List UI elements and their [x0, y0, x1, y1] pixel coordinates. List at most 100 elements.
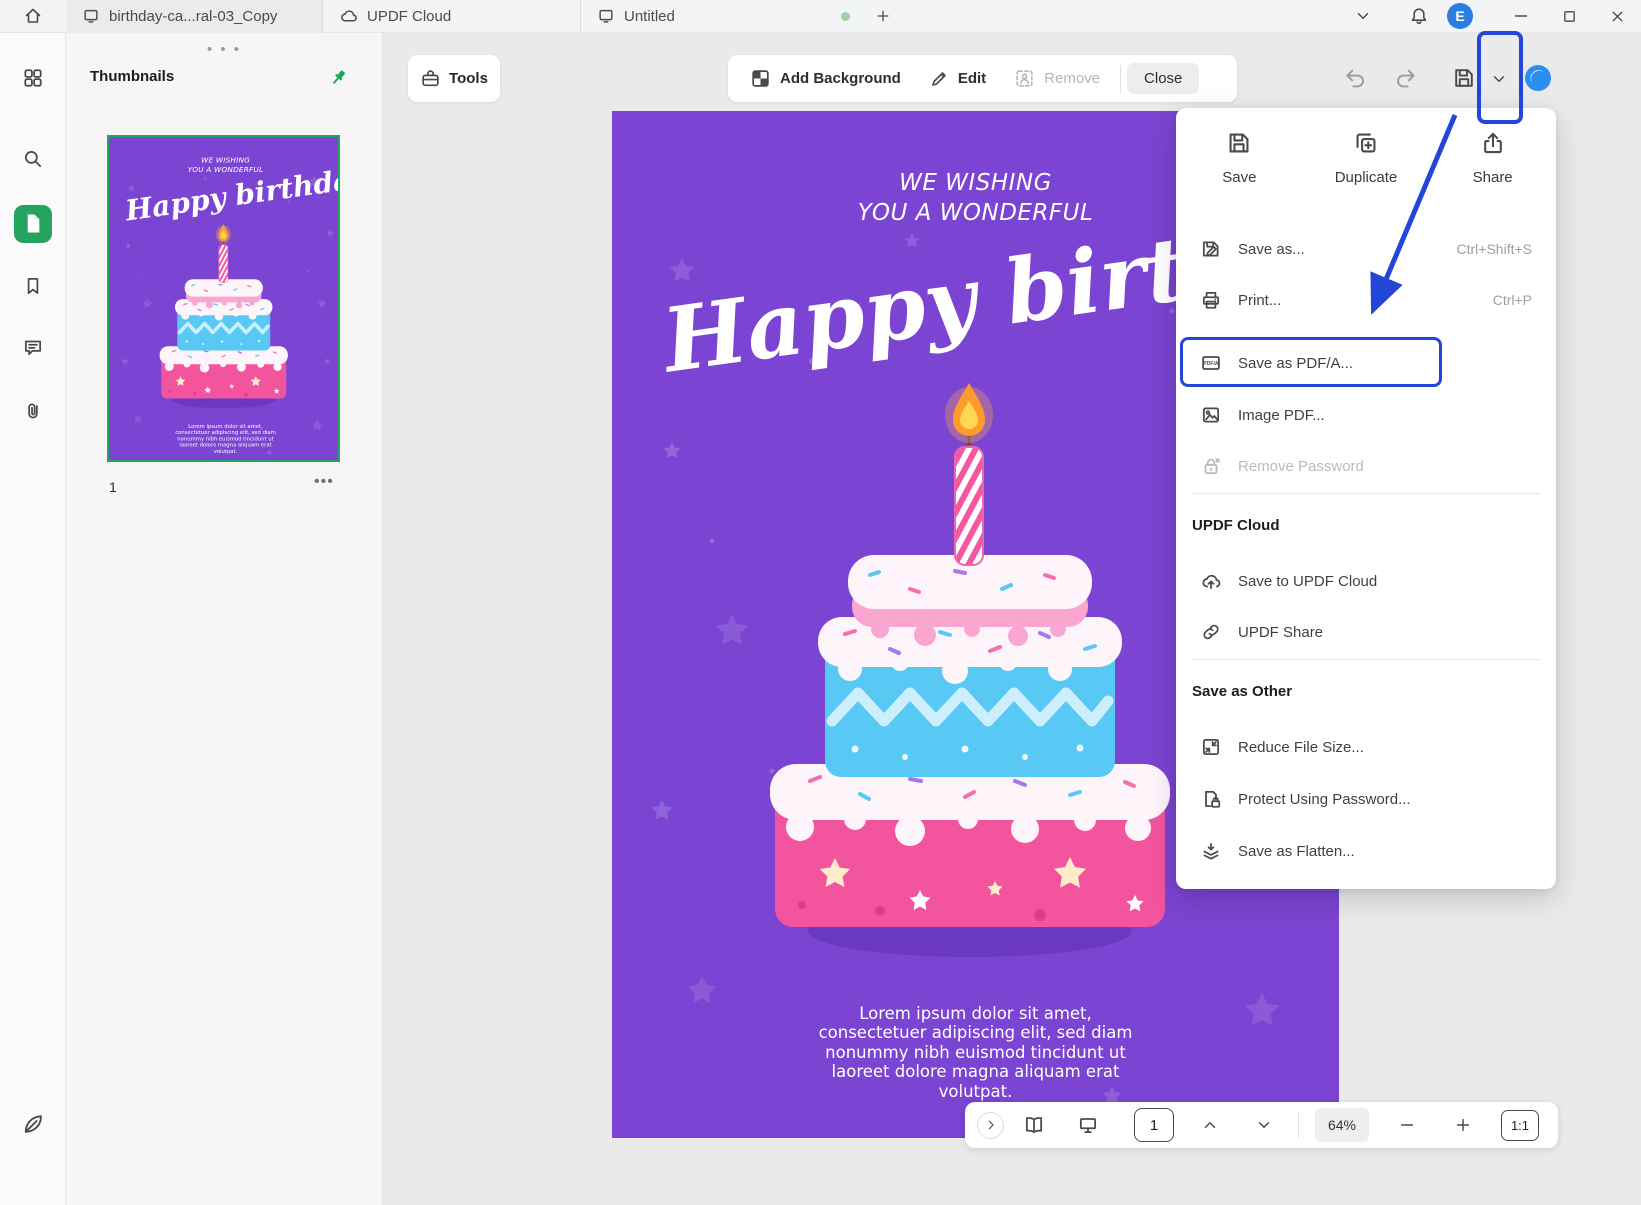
redo-icon	[1397, 69, 1415, 88]
page-number-input[interactable]: 1	[1134, 1108, 1174, 1142]
thumbnails-panel-title: Thumbnails	[90, 68, 175, 85]
edit-button[interactable]: Edit	[915, 55, 1000, 102]
tab-updf-cloud-label: UPDF Cloud	[367, 7, 452, 25]
reduce-size-icon	[1202, 738, 1220, 756]
actual-size-button[interactable]: 1:1	[1501, 1109, 1539, 1141]
presentation-mode-button[interactable]	[1076, 1113, 1100, 1137]
remove-button[interactable]: Remove	[1000, 55, 1114, 102]
card-body-text: Lorem ipsum dolor sit amet, consectetuer…	[175, 423, 276, 455]
plus-icon	[1456, 1118, 1470, 1132]
menu-section-updf-cloud: UPDF Cloud	[1192, 517, 1280, 534]
shortcut-save-as: Ctrl+Shift+S	[1456, 241, 1532, 257]
menu-item-remove-password[interactable]: Remove Password	[1188, 444, 1544, 488]
minimize-icon	[1514, 15, 1528, 17]
pin-panel-button[interactable]	[326, 64, 352, 90]
thumbnail-options-icon[interactable]: •••	[314, 473, 334, 491]
titlebar-chevron-button[interactable]	[1345, 0, 1381, 33]
tools-icon	[422, 70, 439, 87]
pen-nib-icon	[24, 1115, 42, 1133]
updf-ai-button[interactable]	[1524, 64, 1552, 92]
add-background-button[interactable]: Add Background	[736, 55, 915, 102]
menu-item-protect-using-password[interactable]: Protect Using Password...	[1188, 777, 1544, 821]
sidebar-item-attachments[interactable]	[17, 395, 49, 427]
user-avatar[interactable]: E	[1447, 3, 1473, 29]
menu-item-reduce-file-size[interactable]: Reduce File Size...	[1188, 725, 1544, 769]
reading-mode-button[interactable]	[1022, 1113, 1046, 1137]
maximize-icon	[1563, 10, 1575, 22]
home-icon	[25, 8, 41, 23]
paperclip-icon	[28, 403, 38, 419]
avatar-initial: E	[1455, 8, 1465, 24]
bookmark-icon	[27, 277, 39, 295]
minimize-button[interactable]	[1497, 0, 1545, 33]
pencil-icon	[932, 71, 946, 86]
view-statusbar: 1 64% 1:1	[965, 1102, 1558, 1148]
menu-action-save[interactable]: Save	[1187, 130, 1291, 186]
thumbnail-page-number: 1	[109, 479, 117, 495]
next-page-button[interactable]	[1252, 1113, 1276, 1137]
comment-icon	[24, 340, 42, 356]
menu-action-duplicate[interactable]: Duplicate	[1314, 130, 1418, 186]
edit-toolbar-group: Add Background Edit Remove Close	[728, 55, 1237, 102]
shortcut-print: Ctrl+P	[1492, 292, 1532, 308]
left-sidebar	[0, 33, 66, 1205]
sidebar-item-signature[interactable]	[17, 1108, 49, 1140]
tab-updf-cloud[interactable]: UPDF Cloud	[323, 0, 581, 33]
sidebar-item-bookmarks[interactable]	[17, 270, 49, 302]
checkerboard-icon	[752, 70, 769, 87]
menu-item-save-as-flatten[interactable]: Save as Flatten...	[1188, 829, 1544, 873]
close-label: Close	[1144, 70, 1183, 87]
flatten-icon	[1203, 842, 1219, 860]
edit-label: Edit	[957, 70, 987, 87]
redo-button[interactable]	[1395, 66, 1419, 90]
menu-action-share[interactable]: Share	[1441, 130, 1545, 186]
close-icon	[1612, 11, 1622, 21]
sidebar-item-thumbnails[interactable]	[13, 204, 53, 244]
tab-document[interactable]: birthday-ca...ral-03_Copy	[66, 0, 323, 33]
zoom-out-button[interactable]	[1395, 1113, 1419, 1137]
save-dropdown-button[interactable]	[1490, 70, 1508, 88]
menu-item-save-as[interactable]: Save as... Ctrl+Shift+S	[1188, 227, 1544, 271]
save-icon	[1229, 133, 1249, 153]
sidebar-item-apps[interactable]	[17, 62, 49, 94]
panel-drag-handle[interactable]: • • •	[66, 41, 382, 58]
page-thumbnail[interactable]: WE WISHING YOU A WONDERFUL Happy birthda…	[107, 135, 340, 462]
tools-button[interactable]: Tools	[408, 55, 500, 102]
close-edit-button[interactable]: Close	[1127, 63, 1200, 94]
svg-text:PDF/A: PDF/A	[1203, 361, 1218, 367]
close-window-button[interactable]	[1593, 0, 1641, 33]
zoom-level-button[interactable]: 64%	[1315, 1108, 1369, 1142]
titlebar: birthday-ca...ral-03_Copy UPDF Cloud Unt…	[0, 0, 1641, 33]
tools-label: Tools	[449, 70, 488, 87]
undo-button[interactable]	[1342, 66, 1366, 90]
menu-item-print[interactable]: Print... Ctrl+P	[1188, 278, 1544, 322]
menu-item-image-pdf[interactable]: Image PDF...	[1188, 393, 1544, 437]
maximize-button[interactable]	[1545, 0, 1593, 33]
printer-icon	[1202, 291, 1220, 309]
updf-logo-icon	[1525, 65, 1551, 91]
sidebar-item-comments[interactable]	[17, 331, 49, 363]
tab-untitled[interactable]: Untitled	[581, 0, 866, 33]
home-button[interactable]	[0, 0, 66, 33]
share-icon	[1483, 132, 1502, 154]
new-tab-button[interactable]	[866, 0, 900, 33]
cloud-upload-icon	[1202, 574, 1221, 590]
save-button[interactable]	[1452, 66, 1476, 90]
menu-divider	[1192, 659, 1540, 660]
menu-item-updf-share[interactable]: UPDF Share	[1188, 610, 1544, 654]
menu-item-save-to-updf-cloud[interactable]: Save to UPDF Cloud	[1188, 559, 1544, 603]
unsaved-dot	[841, 11, 850, 21]
statusbar-divider	[1298, 1112, 1299, 1138]
plus-icon	[877, 10, 889, 22]
tab-document-label: birthday-ca...ral-03_Copy	[109, 7, 278, 25]
zoom-in-button[interactable]	[1451, 1113, 1475, 1137]
chevron-down-icon	[1493, 76, 1505, 82]
save-as-icon	[1202, 241, 1219, 257]
previous-page-button[interactable]	[1198, 1113, 1222, 1137]
minus-icon	[1400, 1124, 1414, 1126]
save-icon	[1455, 69, 1473, 87]
notifications-button[interactable]	[1401, 0, 1437, 33]
sidebar-item-search[interactable]	[17, 143, 49, 175]
menu-item-save-as-pdfa[interactable]: PDF/A Save as PDF/A...	[1188, 341, 1544, 385]
expand-statusbar-button[interactable]	[977, 1111, 1004, 1139]
